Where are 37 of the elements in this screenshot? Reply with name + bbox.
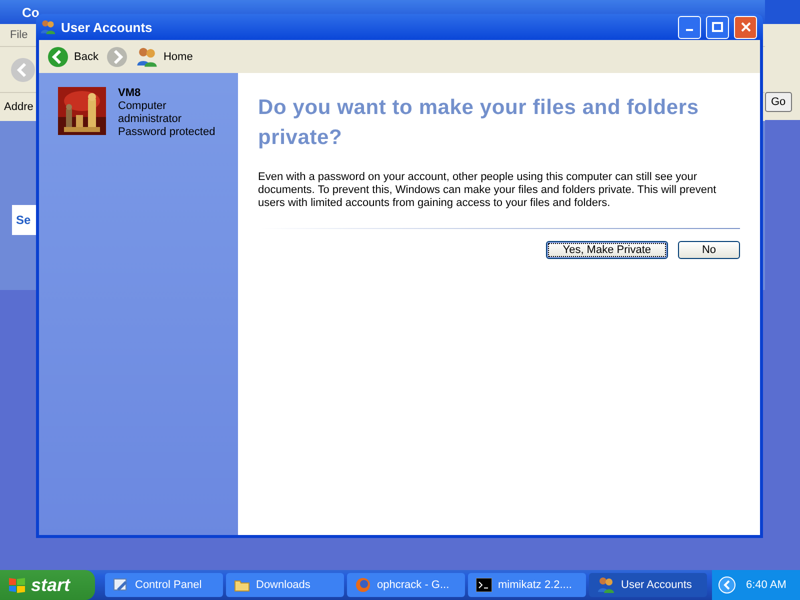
control-panel-icon [113,577,129,593]
users-icon [597,576,615,594]
maximize-icon [712,22,723,32]
console-icon [476,578,492,592]
chevron-icon[interactable] [718,576,736,594]
go-button[interactable]: Go [765,92,792,112]
menu-item[interactable]: File [10,29,28,41]
back-button[interactable]: Back [45,44,100,70]
taskbar-button[interactable]: User Accounts [589,573,707,597]
window-title: Co [22,4,40,20]
taskbar-button[interactable]: Control Panel [105,573,223,597]
task-heading: Se [16,213,31,227]
taskbar-button[interactable]: Downloads [226,573,344,597]
dialog-heading: Do you want to make your files and folders private? [258,95,700,151]
window-title: User Accounts [61,20,154,34]
account-status: Password protected [118,126,216,139]
dialog-button[interactable]: Yes, Make Private [546,241,668,259]
start-button[interactable]: start [0,570,95,600]
globe-icon [355,577,371,593]
dialog-text: Even with a password on your account, other people using this computer can still see your documents. To prevent this, Windows can make your files and folders private. This will prevent users with limited accounts from gaining access to your files and folders. [258,171,718,210]
address-label: Addre [4,101,34,113]
minimize-button[interactable] [678,16,701,38]
account-role: Computer administrator [118,100,183,126]
close-icon [740,22,750,32]
close-button[interactable] [734,16,757,38]
home-button[interactable]: Home [134,44,195,70]
taskbar-button[interactable]: mimikatz 2.2.... [468,573,586,597]
account-name: VM8 [118,87,142,100]
users-icon [136,46,158,68]
back-icon [47,46,69,68]
users-icon [40,19,56,35]
clock: 6:40 AM [746,579,786,591]
maximize-button[interactable] [706,16,729,38]
taskbar-button[interactable]: ophcrack - G... [347,573,465,597]
dialog-button[interactable]: No [678,241,740,259]
title-bar [765,0,800,24]
windows-logo-icon [8,576,26,594]
